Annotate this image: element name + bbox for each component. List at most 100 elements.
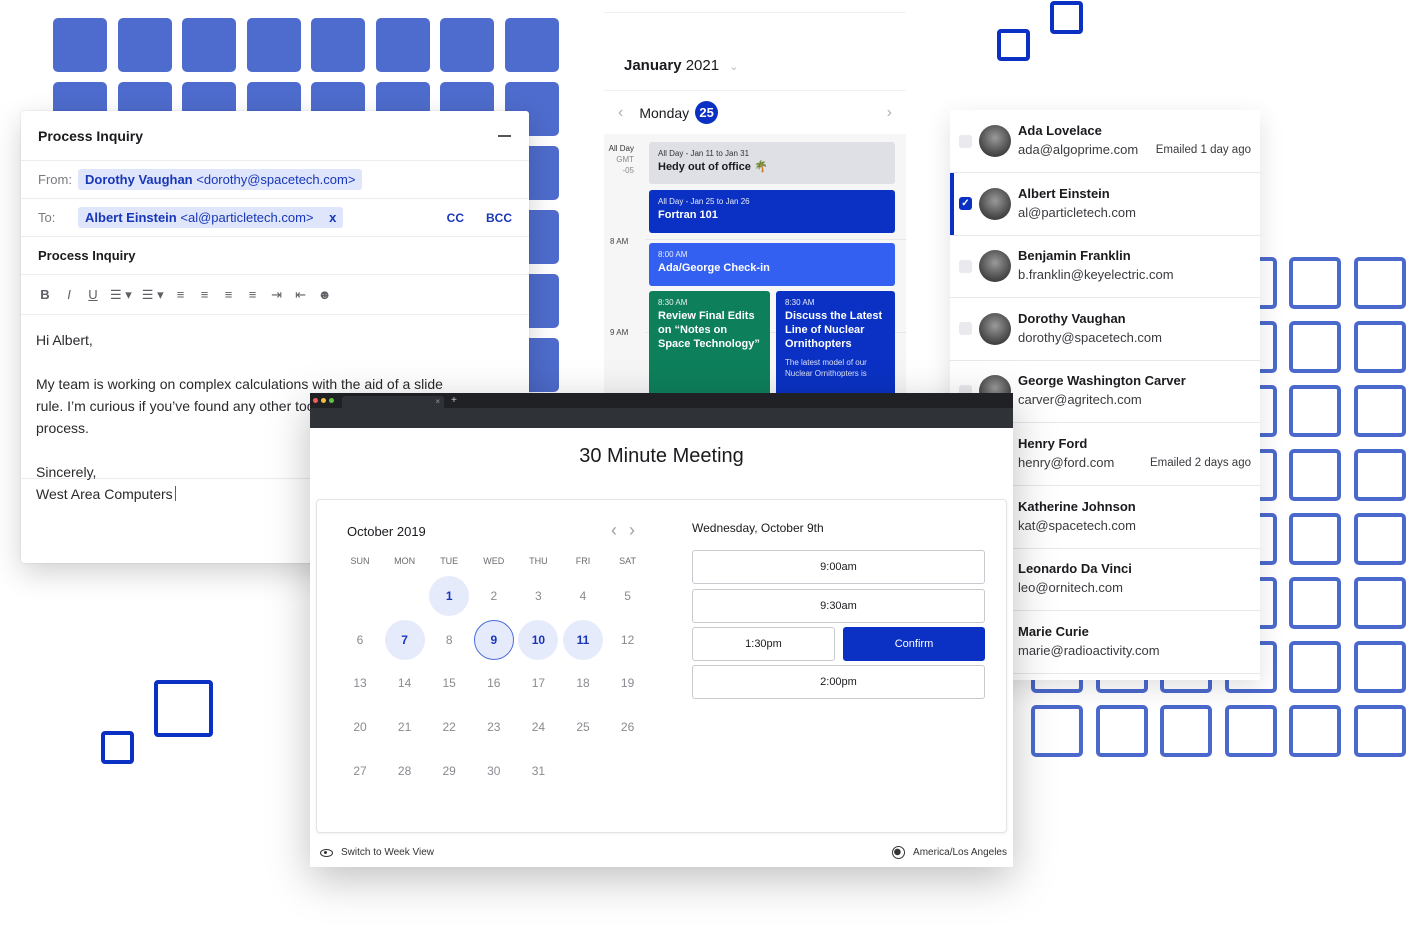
emoji-icon[interactable]: ☻ [318, 287, 332, 302]
confirm-button[interactable]: Confirm [843, 627, 985, 661]
event-hedy-out-of-office[interactable]: All Day - Jan 11 to Jan 31 Hedy out of o… [649, 142, 895, 184]
prev-month-icon[interactable]: ‹ [611, 520, 617, 541]
align-center-icon[interactable]: ≡ [198, 287, 212, 302]
month-selector[interactable]: January 2021 ⌄ [624, 57, 738, 74]
avatar [979, 250, 1011, 283]
weekday-header: FRI [575, 556, 591, 566]
new-tab-icon[interactable]: + [451, 395, 457, 406]
bold-icon[interactable]: B [38, 287, 52, 302]
contact-name: Leonardo Da Vinci [1018, 561, 1132, 577]
day-nav: ‹ Monday 25 › [604, 90, 906, 134]
minimize-icon[interactable] [498, 134, 511, 137]
next-month-icon[interactable]: › [629, 520, 635, 541]
timezone-selector[interactable]: America/Los Angeles [892, 846, 1007, 859]
calendar-day: 27 [353, 763, 367, 778]
meeting-title: 30 Minute Meeting [579, 445, 744, 467]
decorative-square-outline [1353, 641, 1406, 693]
underline-icon[interactable]: U [86, 287, 100, 302]
weekday-header: SUN [350, 556, 370, 566]
contact-name: Katherine Johnson [1018, 498, 1136, 514]
decorative-square-outline [1353, 577, 1406, 629]
contact-checkbox[interactable] [959, 322, 972, 336]
maximize-window-icon[interactable] [329, 398, 334, 403]
subject-field[interactable]: Process Inquiry [21, 237, 529, 275]
calendar-day-available[interactable]: 1 [429, 576, 470, 616]
to-label: To: [38, 210, 56, 225]
contact-name: Ada Lovelace [1018, 123, 1102, 138]
bullet-list-icon[interactable]: ☰ ▾ [110, 287, 132, 303]
contact-name: Marie Curie [1018, 623, 1089, 639]
day-calendar: January 2021 ⌄ ‹ Monday 25 › All Day GMT… [604, 12, 906, 394]
calendar-day: 23 [487, 720, 501, 735]
globe-icon [892, 846, 906, 859]
browser-tab[interactable]: × [342, 396, 444, 410]
close-window-icon[interactable] [313, 398, 318, 403]
prev-day-icon[interactable]: ‹ [618, 104, 623, 122]
avatar [979, 125, 1011, 157]
event-ada-george-checkin[interactable]: 8:00 AM Ada/George Check-in [649, 243, 895, 286]
contact-checkbox[interactable] [959, 259, 972, 273]
time-slot[interactable]: 9:00am [692, 550, 985, 584]
numbered-list-icon[interactable]: ☰ ▾ [142, 287, 164, 303]
from-chip[interactable]: Dorothy Vaughan <dorothy@spacetech.com> [78, 169, 363, 190]
decorative-square-outline [1289, 321, 1341, 373]
contact-email: b.franklin@keyelectric.com [1018, 267, 1174, 283]
decorative-square [154, 680, 213, 737]
weekday-header: MON [394, 556, 416, 566]
event-nuclear-ornithopters[interactable]: 8:30 AM Discuss the Latest Line of Nucle… [776, 291, 895, 394]
contact-email: kat@spacetech.com [1018, 517, 1136, 533]
to-email: <al@particletech.com> [180, 210, 314, 225]
avatar [979, 312, 1011, 345]
time-slot[interactable]: 2:00pm [692, 665, 985, 699]
contact-email: ada@algoprime.com [1018, 142, 1139, 157]
calendar-day: 26 [620, 720, 635, 735]
cc-button[interactable]: CC [447, 211, 464, 225]
calendar-day: 18 [576, 676, 590, 691]
timezone-label: America/Los Angeles [913, 847, 1007, 858]
italic-icon[interactable]: I [62, 287, 76, 302]
calendar-day-available[interactable]: 10 [518, 619, 559, 660]
switch-week-view-button[interactable]: Switch to Week View [320, 847, 434, 858]
decorative-square [311, 18, 365, 72]
contact-row[interactable]: Ada Lovelace ada@algoprime.com Emailed 1 d… [950, 110, 1260, 173]
decorative-square-outline [1289, 513, 1341, 565]
calendar-day: 4 [579, 589, 587, 603]
align-right-icon[interactable]: ≡ [222, 287, 236, 302]
indent-icon[interactable]: ⇥ [270, 287, 284, 303]
contact-row[interactable]: Benjamin Franklin b.franklin@keyelectric.… [950, 235, 1260, 299]
event-review-final-edits[interactable]: 8:30 AM Review Final Edits on “Notes on … [649, 291, 770, 394]
contact-checkbox[interactable] [959, 134, 972, 148]
contact-row[interactable]: Dorothy Vaughan dorothy@spacetech.com [950, 298, 1260, 361]
decorative-square-outline [1160, 705, 1212, 757]
minimize-window-icon[interactable] [321, 398, 326, 403]
avatar [979, 187, 1011, 220]
contact-status: Emailed 2 days ago [1149, 457, 1251, 469]
time-slot-selected[interactable]: 1:30pm [692, 627, 835, 661]
calendar-day: 2 [490, 589, 498, 603]
contact-email: henry@ford.com [1018, 455, 1115, 470]
bcc-button[interactable]: BCC [486, 211, 512, 225]
remove-recipient-icon[interactable]: x [329, 210, 336, 225]
contact-name: George Washington Carver [1018, 373, 1186, 389]
close-tab-icon[interactable]: × [435, 397, 440, 406]
align-left-icon[interactable]: ≡ [174, 287, 188, 302]
justify-icon[interactable]: ≡ [246, 287, 260, 302]
event-fortran-101[interactable]: All Day - Jan 25 to Jan 26 Fortran 101 [649, 190, 895, 233]
calendar-day: 12 [620, 632, 635, 647]
outdent-icon[interactable]: ⇤ [294, 287, 308, 303]
calendar-day-selected[interactable]: 9 [473, 619, 514, 660]
calendar-day: 31 [531, 763, 546, 778]
calendar-day-available[interactable]: 11 [563, 619, 603, 660]
year: 2021 [685, 57, 720, 74]
formatting-toolbar: B I U ☰ ▾ ☰ ▾ ≡ ≡ ≡ ≡ ⇥ ⇤ ☻ [21, 275, 529, 315]
next-day-icon[interactable]: › [887, 104, 892, 122]
text-cursor [174, 486, 176, 501]
to-chip[interactable]: Albert Einstein <al@particletech.com> x [78, 207, 344, 228]
contact-row[interactable]: ✓ Albert Einstein al@particletech.com [950, 172, 1260, 236]
time-slot[interactable]: 9:30am [692, 589, 985, 623]
contact-email: carver@agritech.com [1018, 392, 1142, 408]
contact-checkbox[interactable]: ✓ [959, 197, 972, 211]
calendar-day-available[interactable]: 7 [384, 619, 425, 660]
day-number-badge: 25 [695, 101, 719, 124]
greeting: Hi Albert, [36, 332, 93, 348]
